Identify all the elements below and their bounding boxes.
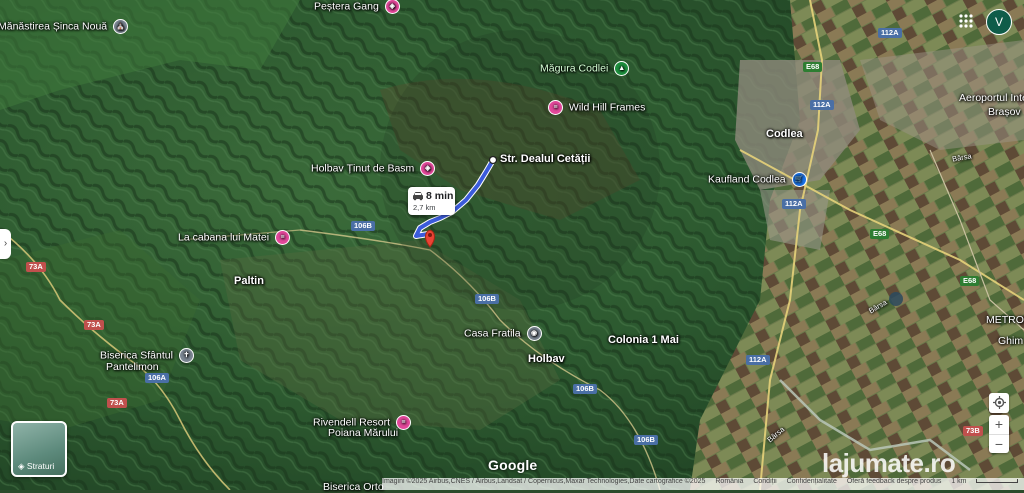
feedback-link[interactable]: Oferă feedback despre produs bbox=[847, 478, 942, 485]
church-pin-icon[interactable]: ⛪ bbox=[113, 19, 129, 34]
lodging-pin-icon[interactable]: ≡ bbox=[395, 415, 411, 430]
place-label: Ghim bbox=[998, 335, 1024, 347]
account-avatar[interactable]: V bbox=[986, 9, 1012, 35]
road-shield: 106B bbox=[351, 221, 375, 231]
attribution-text: Imagini ©2025 Airbus,CNES / Airbus,Lands… bbox=[382, 478, 706, 485]
place-paltin: Paltin bbox=[234, 275, 264, 287]
road-shield: 106B bbox=[573, 384, 597, 394]
place-label: Codlea bbox=[766, 128, 803, 140]
place-label: Brașov bbox=[988, 106, 1021, 118]
place-aeroport[interactable]: Aeroportul Inte bbox=[959, 92, 1024, 104]
route-destination-label[interactable]: Str. Dealul Cetății bbox=[500, 153, 590, 165]
layers-label: Straturi bbox=[26, 461, 55, 471]
route-distance: 2,7 km bbox=[413, 203, 436, 212]
place-biserica-orto[interactable]: Biserica Orto bbox=[323, 481, 384, 493]
place-label: Holbav Ținut de Basm bbox=[311, 162, 415, 175]
place-label: Holbav bbox=[528, 353, 565, 365]
road-shield: E68 bbox=[870, 229, 890, 239]
place-label: Wild Hill Frames bbox=[568, 101, 646, 114]
privacy-link[interactable]: Confidențialitate bbox=[787, 478, 837, 485]
watermark-logo: lajumate.ro bbox=[822, 448, 956, 478]
road-shield: 112A bbox=[746, 355, 770, 365]
road-shield: 106B bbox=[634, 435, 658, 445]
lodging-pin-icon[interactable]: ≡ bbox=[274, 230, 290, 245]
place-label: Peștera Gang bbox=[314, 0, 379, 13]
scale-label[interactable]: 1 km bbox=[951, 478, 966, 485]
road-shield: 73A bbox=[107, 398, 127, 408]
road-shield: 106B bbox=[475, 294, 499, 304]
lodging-pin-icon[interactable]: ≡ bbox=[548, 100, 563, 115]
park-pin-icon[interactable]: ▲ bbox=[614, 61, 630, 76]
place-la-cabana[interactable]: La cabana lui Matei ≡ bbox=[178, 230, 290, 245]
place-label: Pantelimon bbox=[106, 361, 159, 373]
place-holbav: Holbav bbox=[528, 353, 565, 365]
place-magura-codlei[interactable]: Măgura Codlei ▲ bbox=[540, 61, 630, 76]
place-label: Biserica Sfântul bbox=[100, 349, 173, 362]
attraction-pin-icon[interactable]: ◈ bbox=[420, 161, 436, 176]
crosshair-icon bbox=[992, 396, 1006, 409]
zoom-in-button[interactable]: + bbox=[989, 415, 1009, 435]
place-colonia: Colonia 1 Mai bbox=[608, 334, 679, 346]
place-label: Colonia 1 Mai bbox=[608, 334, 679, 346]
car-icon bbox=[413, 192, 423, 201]
place-label: Poiana Mărului bbox=[328, 427, 399, 439]
scale-bar bbox=[976, 479, 1019, 484]
layers-icon: ◈ bbox=[18, 461, 25, 471]
road-shield: 112A bbox=[782, 199, 806, 209]
place-manastirea[interactable]: Mănăstirea Șinca Nouă ⛪ bbox=[0, 19, 129, 34]
place-label: Str. Dealul Cetății bbox=[500, 153, 591, 165]
layers-button[interactable]: ◈ Straturi bbox=[11, 421, 67, 477]
chevron-right-icon: › bbox=[3, 238, 8, 249]
route-duration: 8 min bbox=[426, 190, 454, 202]
zoom-controls: + − bbox=[989, 415, 1009, 453]
place-label: METRO bbox=[986, 314, 1024, 326]
place-label: Măgura Codlei bbox=[540, 62, 609, 75]
place-ghim: Ghim bbox=[998, 335, 1023, 347]
place-label: Casa Fratila bbox=[464, 327, 521, 340]
place-label: Mănăstirea Șinca Nouă bbox=[0, 20, 108, 33]
route-info-box[interactable]: 8 min 2,7 km bbox=[408, 187, 455, 215]
place-biserica-pantelimon-line2: Pantelimon bbox=[106, 361, 159, 373]
attraction-pin-icon[interactable]: ◈ bbox=[384, 0, 400, 14]
road-shield: E68 bbox=[803, 62, 823, 72]
place-kaufland[interactable]: Kaufland Codlea 🛒 bbox=[708, 172, 807, 187]
google-logo: Google bbox=[488, 457, 538, 473]
place-wild-hill[interactable]: ≡ Wild Hill Frames bbox=[548, 100, 645, 115]
country-link[interactable]: România bbox=[715, 478, 743, 485]
place-label: Paltin bbox=[234, 275, 264, 287]
expand-sidepanel-button[interactable]: › bbox=[0, 229, 11, 259]
place-pin-icon[interactable]: ◉ bbox=[526, 326, 542, 341]
road-shield: 73A bbox=[84, 320, 104, 330]
satellite-map[interactable] bbox=[0, 0, 1024, 490]
church-pin-icon[interactable]: ✝ bbox=[178, 348, 194, 363]
place-metro[interactable]: METRO bbox=[986, 314, 1024, 326]
place-brasov[interactable]: Brașov bbox=[988, 106, 1021, 118]
road-shield: 106A bbox=[145, 373, 169, 383]
place-label: Kaufland Codlea bbox=[708, 173, 786, 186]
terms-link[interactable]: Condiții bbox=[753, 478, 776, 485]
road-shield: 73A bbox=[26, 262, 46, 272]
place-casa-fratila[interactable]: Casa Fratila ◉ bbox=[464, 326, 542, 341]
road-shield: E68 bbox=[960, 276, 980, 286]
map-footer: Imagini ©2025 Airbus,CNES / Airbus,Lands… bbox=[382, 478, 1024, 490]
apps-grid-icon[interactable] bbox=[956, 11, 976, 31]
road-shield: 112A bbox=[878, 28, 902, 38]
place-label: La cabana lui Matei bbox=[178, 231, 270, 244]
place-codlea: Codlea bbox=[766, 128, 803, 140]
my-location-button[interactable] bbox=[989, 393, 1009, 413]
shopping-pin-icon[interactable]: 🛒 bbox=[791, 172, 807, 187]
place-pestera-gang[interactable]: Peștera Gang ◈ bbox=[314, 0, 400, 14]
place-rivendell-line2: Poiana Mărului bbox=[328, 427, 398, 439]
place-label: Aeroportul Inte bbox=[959, 92, 1024, 104]
place-label: Biserica Orto bbox=[323, 481, 384, 493]
zoom-out-button[interactable]: − bbox=[989, 435, 1009, 453]
place-holbav-tinut[interactable]: Holbav Ținut de Basm ◈ bbox=[311, 161, 436, 176]
road-shield: 112A bbox=[810, 100, 834, 110]
road-shield: 73B bbox=[963, 426, 983, 436]
